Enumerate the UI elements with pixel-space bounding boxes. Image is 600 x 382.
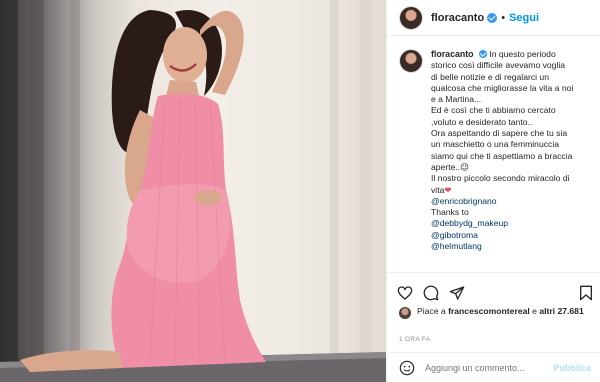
- likes-text: Piace a francescomontereal e altri 27.68…: [417, 306, 584, 319]
- verified-badge-icon: [478, 50, 487, 58]
- comment-bar: Pubblica: [387, 352, 600, 382]
- mention-debbydg-makeup[interactable]: @debbydg_makeup: [431, 218, 591, 229]
- share-icon[interactable]: [449, 285, 465, 301]
- likes-others[interactable]: altri 27.681: [539, 306, 583, 316]
- likes-summary: Piace a francescomontereal e altri 27.68…: [399, 306, 595, 319]
- bookmark-icon[interactable]: [579, 285, 593, 301]
- caption-line-8: un maschietto o una femminuccia: [431, 139, 560, 150]
- post-photo[interactable]: [0, 0, 386, 382]
- caption-line-4: e a Martina...: [431, 94, 482, 105]
- author-username[interactable]: floracanto: [431, 12, 484, 24]
- comment-input[interactable]: [425, 362, 554, 373]
- follow-button[interactable]: Segui: [509, 12, 539, 24]
- caption-line-0: In questo periodo: [489, 49, 556, 59]
- caption-line-5: Ed è così che ti abbiamo cercato: [431, 105, 556, 116]
- caption-line-10: aperte..😉: [431, 161, 470, 172]
- verified-badge-icon: [487, 12, 498, 23]
- post-timestamp[interactable]: 1 ORA FA: [399, 336, 430, 343]
- caption-line-3: qualcosa che migliorasse la vita a noi: [431, 82, 574, 93]
- mention-gibotroma[interactable]: @gibotroma: [431, 230, 591, 241]
- liker-avatar[interactable]: [399, 307, 411, 319]
- smiley-icon[interactable]: [399, 360, 415, 376]
- caption-author-avatar[interactable]: [399, 49, 423, 73]
- caption-line-9: siamo qui che ti aspettiamo a braccia: [431, 150, 573, 161]
- header-separator: •: [501, 11, 506, 24]
- caption-line-12-text: vita: [431, 184, 445, 195]
- caption-username[interactable]: floracanto: [431, 49, 474, 59]
- caption-line-12: vita❤: [431, 185, 591, 196]
- caption-line-7: Ora aspettando di sapere che tu sia: [431, 128, 568, 139]
- likes-joiner: e: [532, 306, 537, 316]
- author-avatar[interactable]: [399, 5, 423, 30]
- mention-enricobrignano[interactable]: @enricobrignano: [431, 196, 591, 207]
- photo-illustration: [0, 0, 386, 382]
- caption-line-6: ,voluto e desiderato tanto..: [431, 116, 533, 127]
- caption-text: floracanto In questo periodo storico cos…: [431, 49, 591, 271]
- likes-prefix: Piace a: [417, 306, 446, 316]
- caption-area: floracanto In questo periodo storico cos…: [387, 37, 600, 271]
- post-side-panel: floracanto • Segui floracanto In questo …: [386, 0, 600, 382]
- post-header: floracanto • Segui: [387, 0, 600, 36]
- mention-helmutlang[interactable]: @helmutlang: [431, 241, 591, 252]
- comment-icon[interactable]: [423, 285, 439, 301]
- caption-line-1: storico così difficile avevamo voglia: [431, 60, 566, 71]
- caption-line-11: Il nostro piccolo secondo miracolo di: [431, 173, 570, 184]
- heart-icon[interactable]: [397, 285, 413, 301]
- publish-button[interactable]: Pubblica: [553, 363, 591, 373]
- likes-user[interactable]: francescomontereal: [448, 306, 530, 316]
- thanks-label: Thanks to: [431, 207, 469, 218]
- heart-emoji-icon: ❤: [444, 184, 452, 195]
- caption-line-2: di belle notizie e di regalarci un: [431, 71, 549, 82]
